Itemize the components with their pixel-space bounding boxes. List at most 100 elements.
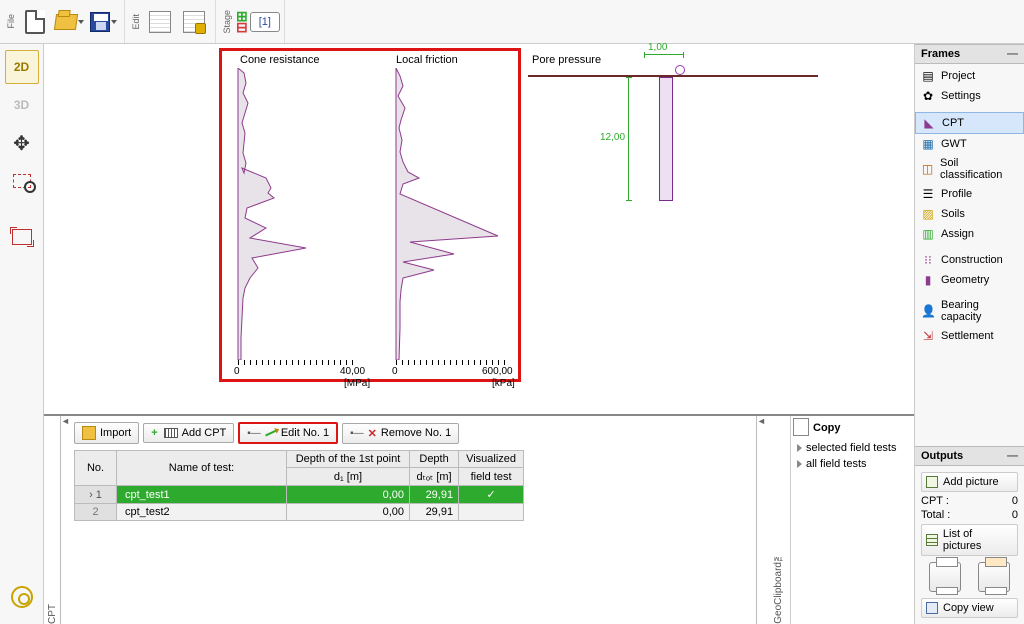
chevron-right-icon [797,460,802,468]
chart2-title: Local friction [396,54,458,66]
frame-assign[interactable]: ▥Assign [915,224,1024,244]
row-d1: 0,00 [287,504,410,521]
ground-line [528,75,818,77]
row-name: cpt_test1 [117,486,287,504]
copy-doc-button[interactable] [144,4,176,40]
edit-label: Edit [129,14,143,30]
dock-arrow-right[interactable]: ◄ [756,416,766,624]
copy-selected-button[interactable]: selected field tests [795,440,910,456]
right-panel: Frames — ▤Project ✿Settings ◣CPT ▦GWT ◫ So… [914,44,1024,624]
settlement-icon: ⇲ [921,329,935,343]
settings-gear-button[interactable] [5,580,39,614]
outputs-body: Add picture CPT :0 Total :0 List of pict… [915,466,1024,624]
zoom-extents-button[interactable] [5,220,39,254]
soilclass-icon: ◫ [921,162,934,176]
file-group: File [0,0,125,43]
frame-label: CPT [942,117,964,129]
frame-geometry[interactable]: ▮ Geometry [915,270,1024,290]
outputs-title: Outputs [921,450,963,462]
save-icon [90,12,110,32]
import-button[interactable]: Import [74,422,139,444]
frame-label: Construction [941,254,1003,266]
frames-header: Frames — [915,44,1024,64]
out-total-label: Total : [921,509,950,521]
file-label: File [4,14,18,29]
save-file-button[interactable] [87,4,119,40]
minimize-button[interactable]: — [1007,48,1018,60]
zoom-window-button[interactable] [5,164,39,198]
add-picture-button[interactable]: Add picture [921,472,1018,492]
row-dtot: 29,91 [410,504,459,521]
table-row[interactable]: › 1 cpt_test1 0,00 29,91 ✓ [75,486,524,504]
edit-cpt-label: Edit No. 1 [281,427,329,439]
frames-title: Frames [921,48,960,60]
document-stack-icon [149,11,171,33]
zoom-window-icon [13,174,31,188]
frame-label: Soil classification [940,157,1018,181]
view-3d-button[interactable]: 3D [5,88,39,122]
view-2d-button[interactable]: 2D [5,50,39,84]
three-d-icon: 3D [14,98,29,112]
frame-gwt[interactable]: ▦GWT [915,134,1024,154]
view-toolbar: 2D 3D ✥ [0,44,44,624]
row-vis [459,504,524,521]
col-visa: Visualized [459,451,524,468]
dimension-top [644,54,684,55]
copy-all-button[interactable]: all field tests [795,456,910,472]
frame-soil-classification[interactable]: ◫ Soil classification [915,154,1024,184]
row-vis: ✓ [486,489,495,501]
edit-cpt-button[interactable]: ▪—Edit No. 1 [238,422,338,444]
frame-settings[interactable]: ✿Settings [915,86,1024,106]
top-toolbar: File Edit Stage ⊞ ⊟ [1] [0,0,1024,44]
paste-doc-button[interactable] [178,4,210,40]
table-row[interactable]: 2 cpt_test2 0,00 29,91 [75,504,524,521]
col-da: Depth [410,451,459,468]
chevron-down-icon [78,20,84,24]
pan-button[interactable]: ✥ [5,126,39,160]
chart1-unit: [MPa] [344,378,370,389]
list-pictures-button[interactable]: List of pictures [921,524,1018,556]
keyboard-icon [164,428,178,438]
new-file-button[interactable] [19,4,51,40]
plus-icon [151,427,159,439]
open-file-button[interactable] [53,4,85,40]
frame-project[interactable]: ▤Project [915,66,1024,86]
document-paste-icon [183,11,205,33]
frame-construction[interactable]: ⁝⁝Construction [915,250,1024,270]
x-icon: ✕ [368,427,377,440]
pile-head-circle [675,65,685,75]
row-d1: 0,00 [287,486,410,504]
frame-soils[interactable]: ▨Soils [915,204,1024,224]
dock-main: Import Add CPT ▪—Edit No. 1 ▪—✕Remove No… [70,416,756,624]
row-name: cpt_test2 [117,504,287,521]
frames-list: ▤Project ✿Settings ◣CPT ▦GWT ◫ Soil class… [915,64,1024,348]
remove-cpt-label: Remove No. 1 [381,427,451,439]
frame-label: Geometry [941,274,989,286]
stage-tab-1[interactable]: [1] [250,12,280,32]
copy-icon [795,420,809,436]
print-button[interactable] [929,562,961,592]
pan-icon: ✥ [13,131,30,156]
print-color-button[interactable] [978,562,1010,592]
remove-cpt-button[interactable]: ▪—✕Remove No. 1 [342,423,459,444]
frame-cpt[interactable]: ◣CPT [915,112,1024,134]
project-icon: ▤ [921,69,935,83]
frame-bearing[interactable]: 👤Bearing capacity [915,296,1024,326]
add-cpt-button[interactable]: Add CPT [143,423,234,443]
minimize-button[interactable]: — [1007,450,1018,462]
geometry-icon: ▮ [921,273,935,287]
dim-top-value: 1,00 [648,42,667,53]
frame-profile[interactable]: ☰Profile [915,184,1024,204]
copy-view-button[interactable]: Copy view [921,598,1018,618]
remove-stage-button[interactable]: ⊟ [236,22,248,33]
chart1-xmin: 0 [234,366,240,377]
frame-settlement[interactable]: ⇲Settlement [915,326,1024,346]
frame-label: Profile [941,188,972,200]
drawing-canvas[interactable]: Cone resistance 0 40,00 [MPa] Local fric… [44,44,914,414]
dock-arrow-left[interactable]: ◄ [60,416,70,624]
col-name: Name of test: [117,451,287,486]
chart2-xmin: 0 [392,366,398,377]
col-d1a: Depth of the 1st point [287,451,410,468]
copy-all-label: all field tests [806,458,867,470]
gear-icon [11,586,33,608]
